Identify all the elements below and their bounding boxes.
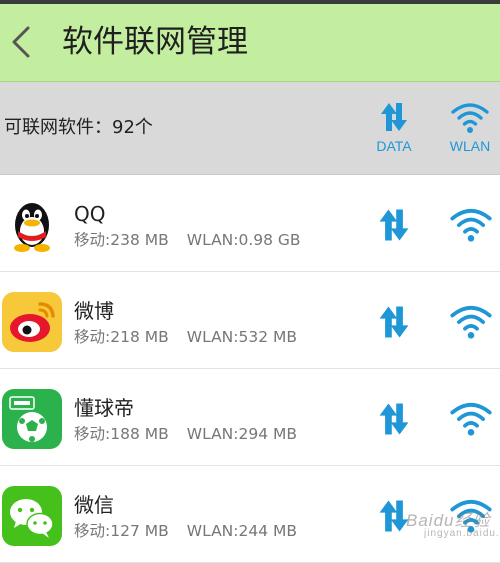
data-column-header[interactable]: DATA xyxy=(362,100,426,160)
page-title: 软件联网管理 xyxy=(62,24,248,60)
list-item[interactable]: 懂球帝 移动:188 MB WLAN:294 MB xyxy=(0,369,500,466)
wifi-icon xyxy=(450,402,492,436)
wlan-toggle[interactable] xyxy=(449,399,495,439)
mobile-usage: 移动:218 MB xyxy=(74,328,169,346)
up-down-arrows-icon xyxy=(379,306,409,338)
data-column-label: DATA xyxy=(376,138,412,154)
app-usage: 移动:127 MB WLAN:244 MB xyxy=(74,521,297,541)
list-item[interactable]: 微博 移动:218 MB WLAN:532 MB xyxy=(0,272,500,369)
app-usage: 移动:188 MB WLAN:294 MB xyxy=(74,424,297,444)
app-name: QQ xyxy=(74,202,106,226)
qq-penguin-icon xyxy=(2,195,62,255)
wlan-usage: WLAN:532 MB xyxy=(186,328,298,346)
mobile-usage: 移动:188 MB xyxy=(74,425,169,443)
up-down-arrows-icon xyxy=(379,403,409,435)
wifi-icon xyxy=(451,103,489,133)
app-name: 微信 xyxy=(74,493,114,517)
data-toggle[interactable] xyxy=(374,399,414,439)
dongqiudi-icon xyxy=(2,389,62,449)
data-toggle[interactable] xyxy=(374,302,414,342)
wlan-usage: WLAN:244 MB xyxy=(186,522,298,540)
app-usage: 移动:218 MB WLAN:532 MB xyxy=(74,327,297,347)
wifi-icon xyxy=(450,305,492,339)
wlan-usage: WLAN:294 MB xyxy=(186,425,298,443)
wlan-toggle[interactable] xyxy=(449,302,495,342)
list-item[interactable]: QQ 移动:238 MB WLAN:0.98 GB xyxy=(0,175,500,272)
wlan-usage: WLAN:0.98 GB xyxy=(186,231,301,249)
mobile-usage: 移动:127 MB xyxy=(74,522,169,540)
back-button[interactable] xyxy=(6,18,40,66)
watermark: Baidu经验 jingyan.baidu.com xyxy=(360,500,500,544)
data-toggle[interactable] xyxy=(374,205,414,245)
wlan-column-label: WLAN xyxy=(449,138,491,154)
wlan-column-header[interactable]: WLAN xyxy=(438,100,500,160)
summary-bar: 可联网软件：92个 DATA WLAN xyxy=(0,82,500,175)
header-bar: 软件联网管理 xyxy=(0,4,500,82)
up-down-arrows-icon xyxy=(381,103,407,131)
app-name: 懂球帝 xyxy=(74,396,134,420)
app-count-label: 可联网软件：92个 xyxy=(4,117,153,138)
chevron-left-icon xyxy=(12,26,30,58)
app-name: 微博 xyxy=(74,299,114,323)
mobile-usage: 移动:238 MB xyxy=(74,231,169,249)
up-down-arrows-icon xyxy=(379,209,409,241)
app-usage: 移动:238 MB WLAN:0.98 GB xyxy=(74,230,301,250)
wechat-icon xyxy=(2,486,62,546)
wlan-toggle[interactable] xyxy=(449,205,495,245)
watermark-sub: jingyan.baidu.com xyxy=(424,528,500,539)
weibo-icon xyxy=(2,292,62,352)
wifi-icon xyxy=(450,208,492,242)
